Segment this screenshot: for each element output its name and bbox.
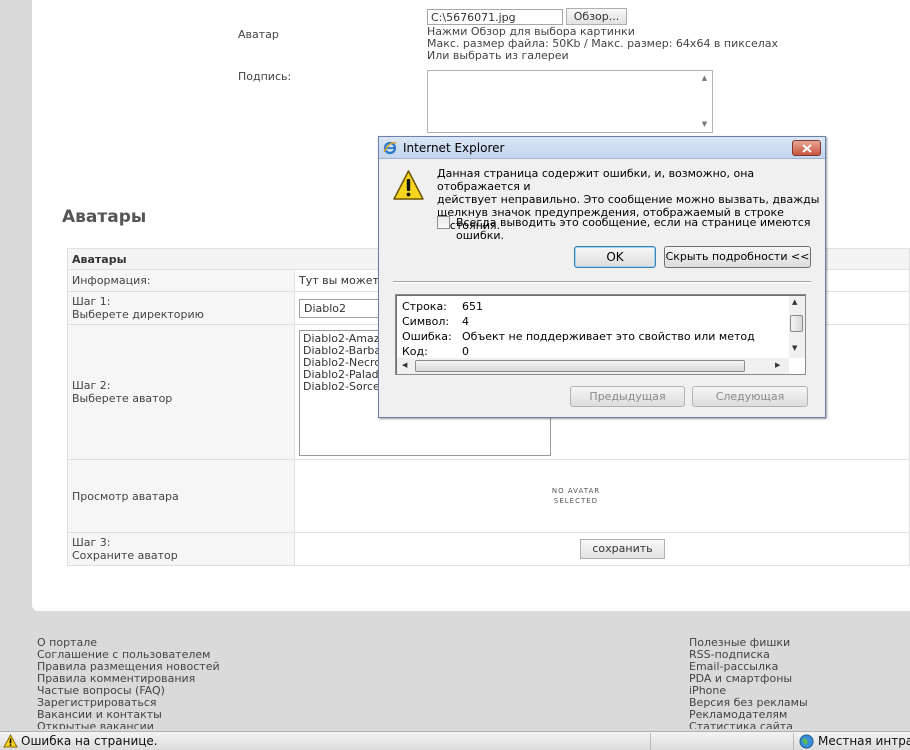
dialog-title: Internet Explorer (403, 141, 505, 155)
error-details-box[interactable]: Строка: Символ: Ошибка: Код: 651 4 Объек… (395, 294, 806, 375)
footer-left-links: О портале Соглашение с пользователем Пра… (37, 637, 220, 729)
always-show-label[interactable]: Всегда выводить это сообщение, если на с… (456, 216, 825, 242)
save-avatar-button[interactable]: сохранить (580, 539, 665, 559)
ok-button[interactable]: OK (574, 246, 656, 268)
close-button[interactable] (792, 140, 821, 156)
next-button[interactable]: Следующая (692, 386, 808, 407)
footer-right-links: Полезные фишки RSS-подписка Email-рассыл… (689, 637, 808, 729)
scroll-down-icon[interactable]: ▼ (792, 344, 797, 352)
signature-textarea[interactable]: ▲ ▼ (427, 70, 713, 133)
message-line: Данная страница содержит ошибки, и, возм… (437, 167, 755, 193)
scroll-up-icon[interactable]: ▲ (699, 73, 710, 84)
hide-details-button[interactable]: Скрыть подробности << (664, 246, 811, 268)
browse-button[interactable]: Обзор... (566, 8, 627, 25)
always-show-checkbox[interactable] (437, 216, 450, 229)
dialog-separator (393, 282, 811, 283)
detail-key: Символ: (402, 315, 450, 328)
detail-value: 4 (462, 315, 469, 328)
dialog-titlebar[interactable]: Internet Explorer (379, 137, 825, 159)
step2-title: Шаг 2: (72, 379, 111, 392)
scroll-thumb[interactable] (415, 360, 745, 372)
detail-value: 651 (462, 300, 483, 313)
save-cell: сохранить (294, 532, 910, 566)
avatar-label: Аватар (238, 28, 279, 41)
horizontal-scrollbar[interactable]: ◀ ▶ (397, 358, 789, 374)
close-icon (802, 144, 812, 153)
detail-values: 651 4 Объект не поддерживает это свойств… (462, 299, 755, 359)
scroll-thumb[interactable] (790, 315, 803, 332)
step3-desc: Сохраните аватор (72, 549, 178, 562)
status-divider (793, 733, 794, 750)
step1-desc: Выберете директорию (72, 308, 204, 321)
signature-label: Подпись: (238, 70, 292, 83)
detail-value: Объект не поддерживает это свойство или … (462, 330, 755, 343)
footer-link[interactable]: Открытые вакансии (37, 721, 220, 730)
footer-link[interactable]: Статистика сайта (689, 721, 808, 730)
step2-desc: Выберете аватор (72, 392, 173, 405)
status-error-text[interactable]: Ошибка на странице. (21, 734, 158, 748)
preview-label: Просмотр аватара (67, 459, 295, 533)
avatars-heading: Аватары (62, 207, 147, 227)
scroll-down-icon[interactable]: ▼ (699, 119, 710, 130)
detail-key: Код: (402, 345, 428, 358)
detail-value: 0 (462, 345, 469, 358)
status-bar: Ошибка на странице. Местная интрасе (0, 731, 910, 750)
ie-error-dialog: Internet Explorer Данная страница содерж… (378, 136, 826, 418)
step2-cell: Шаг 2: Выберете аватор (67, 324, 295, 460)
message-line: действует неправильно. Это сообщение мож… (437, 193, 820, 206)
globe-zone-icon (799, 734, 814, 749)
detail-key: Ошибка: (402, 330, 452, 343)
detail-key: Строка: (402, 300, 447, 313)
scroll-right-icon[interactable]: ▶ (775, 361, 780, 369)
no-avatar-placeholder: NO AVATAR SELECTED (526, 486, 626, 506)
warning-icon[interactable] (3, 734, 18, 748)
previous-button[interactable]: Предыдущая (570, 386, 685, 407)
step1-title: Шаг 1: (72, 295, 111, 308)
step3-cell: Шаг 3: Сохраните аватор (67, 532, 295, 566)
preview-cell: NO AVATAR SELECTED (294, 459, 910, 533)
info-label: Информация: (67, 269, 295, 292)
ie-logo-icon (383, 141, 397, 155)
status-zone-text: Местная интрасе (818, 734, 910, 748)
step1-cell: Шаг 1: Выберете директорию (67, 291, 295, 325)
no-avatar-line: NO AVATAR (551, 487, 601, 495)
avatar-file-input[interactable]: C:\5676071.jpg (427, 9, 563, 25)
scroll-left-icon[interactable]: ◀ (402, 361, 407, 369)
directory-selected: Diablo2 (304, 301, 347, 315)
vertical-scrollbar[interactable]: ▲ ▼ (789, 296, 805, 358)
warning-icon (393, 170, 424, 200)
status-divider (650, 733, 651, 750)
step3-title: Шаг 3: (72, 536, 111, 549)
no-avatar-line: SELECTED (553, 497, 599, 505)
gallery-hint[interactable]: Или выбрать из галереи (427, 50, 778, 62)
detail-keys: Строка: Символ: Ошибка: Код: (402, 299, 452, 359)
scroll-up-icon[interactable]: ▲ (792, 298, 797, 306)
avatar-hints: Нажми Обзор для выбора картинки Макс. ра… (427, 26, 778, 62)
